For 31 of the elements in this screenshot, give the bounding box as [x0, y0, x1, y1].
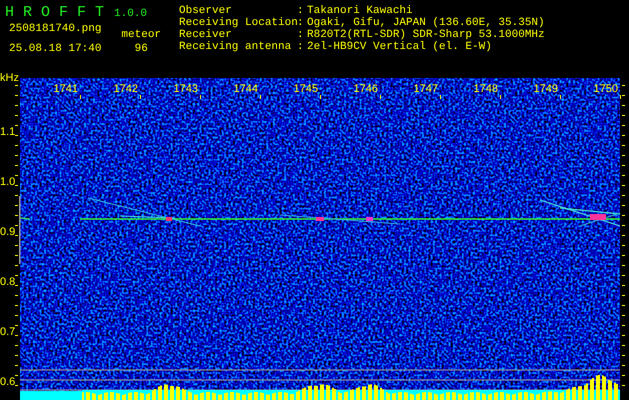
frequency-label: 1.0 [0, 176, 16, 188]
frequency-label: 0.9 [0, 226, 16, 238]
info-value: 2el-HB9CV Vertical (el. E-W) [307, 41, 493, 53]
range-marker [19, 196, 20, 264]
axis-unit: kHz [0, 72, 19, 84]
counter-value: 96 [134, 43, 148, 55]
version-label: 1.0.0 [114, 8, 148, 20]
frequency-label: 0.8 [0, 276, 16, 288]
time-label: 1747 [414, 83, 438, 95]
info-separator: : [297, 17, 305, 29]
file-name: 2508181740.png [9, 23, 102, 35]
time-label: 1749 [534, 83, 558, 95]
info-label: Receiver [179, 29, 233, 41]
frequency-label: 1.1 [0, 126, 16, 138]
info-value: Ogaki, Gifu, JAPAN (136.60E, 35.35N) [307, 17, 545, 29]
frequency-label: 0.6 [0, 376, 16, 388]
info-value: R820T2(RTL-SDR) SDR-Sharp 53.1000MHz [307, 29, 545, 41]
counter-label: meteor [121, 29, 162, 41]
time-label: 1743 [174, 83, 198, 95]
info-label: Observer [179, 5, 233, 17]
time-label: 1746 [354, 83, 378, 95]
info-separator: : [297, 41, 305, 53]
info-separator: : [297, 5, 305, 17]
info-label: Receiving antenna [179, 41, 292, 53]
info-label: Receiving Location [179, 17, 297, 29]
timestamp: 25.08.18 17:40 [9, 43, 102, 55]
info-separator: : [297, 29, 305, 41]
info-value: Takanori Kawachi [307, 5, 414, 17]
frequency-label: 0.7 [0, 326, 16, 338]
app-title: H R O F F T [5, 4, 104, 21]
time-label: 1745 [294, 83, 318, 95]
